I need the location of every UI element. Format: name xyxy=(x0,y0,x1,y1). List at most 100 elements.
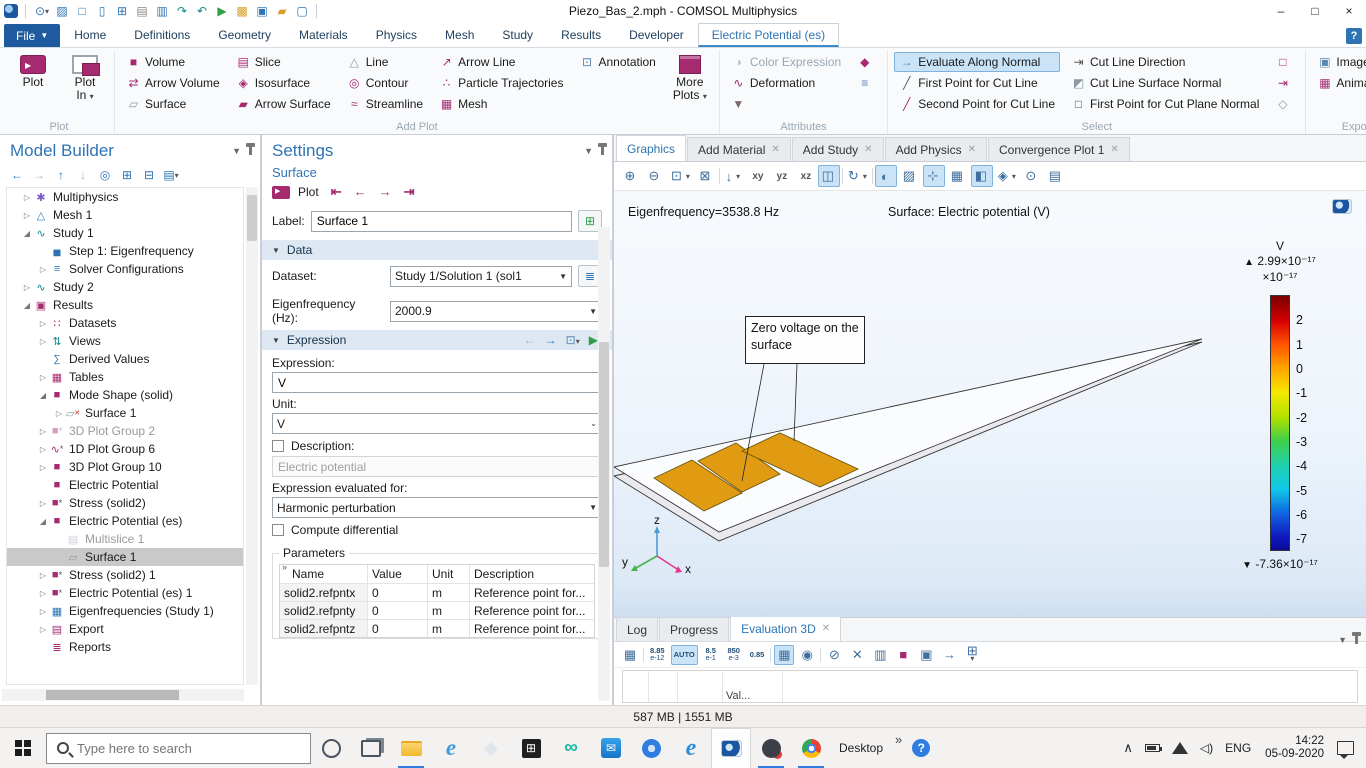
ribbon-tab[interactable]: Materials xyxy=(285,23,362,47)
spherical-coordinates-icon[interactable]: ◉ xyxy=(797,645,817,665)
graphics-tab[interactable]: Add Study✕ xyxy=(792,137,884,161)
microsoft-store-icon[interactable] xyxy=(511,728,551,768)
tree-expander-icon[interactable]: ▷ xyxy=(21,193,33,202)
run-icon[interactable]: ▶ xyxy=(213,2,231,20)
save-icon[interactable]: ▣ xyxy=(253,2,271,20)
ribbon-tab[interactable]: Physics xyxy=(362,23,431,47)
precision-850e-3-button[interactable]: 850e-3 xyxy=(724,645,744,665)
close-button[interactable]: × xyxy=(1332,0,1366,22)
tree-expander-icon[interactable]: ▷ xyxy=(37,625,49,634)
start-button[interactable] xyxy=(0,728,46,768)
cortana-icon[interactable] xyxy=(311,728,351,768)
arrow-volume-button[interactable]: Arrow Volume xyxy=(121,73,225,93)
loop-icon[interactable]: ∞ xyxy=(551,728,591,768)
tree-item[interactable]: ▷ Solver Configurations xyxy=(7,260,243,278)
delete-icon[interactable]: ▯ xyxy=(93,2,111,20)
tree-item[interactable]: ▷ Stress (solid2) 1 xyxy=(7,566,243,584)
tree-item[interactable]: ▷ Multiphysics xyxy=(7,188,243,206)
parameters-table-row[interactable]: solid2.refpntz 0 m Reference point for..… xyxy=(280,619,594,637)
volume-button[interactable]: Volume xyxy=(121,52,225,72)
slice-button[interactable]: Slice xyxy=(231,52,336,72)
annotation-attribute-button[interactable] xyxy=(852,73,881,93)
reset-view-icon[interactable]: ↻▾ xyxy=(845,165,870,187)
next-expression-icon[interactable]: → xyxy=(545,333,557,347)
tree-vertical-scrollbar[interactable] xyxy=(246,187,258,685)
restore-button[interactable]: □ xyxy=(1298,0,1332,22)
plot-table-icon[interactable]: ▦ xyxy=(620,645,640,665)
wifi-icon[interactable] xyxy=(1167,728,1193,768)
tree-expander-icon[interactable]: ▷ xyxy=(37,319,49,328)
duplicate-icon[interactable]: ⊞ xyxy=(113,2,131,20)
help-button[interactable]: ? xyxy=(1346,28,1362,44)
tree-item[interactable]: ▷ Surface 1 xyxy=(7,404,243,422)
arrow-line-button[interactable]: Arrow Line xyxy=(434,52,568,72)
isosurface-button[interactable]: Isosurface xyxy=(231,73,336,93)
clear-table-icon[interactable]: ⊘ xyxy=(824,645,844,665)
action-center-icon[interactable] xyxy=(1337,741,1354,755)
volume-icon[interactable]: ◁) xyxy=(1195,728,1218,768)
pin-icon[interactable] xyxy=(1355,636,1358,644)
cut-line-direction-button[interactable]: Cut Line Direction xyxy=(1066,52,1264,72)
select-box-button[interactable] xyxy=(1270,52,1299,72)
view-xy-icon[interactable]: xy xyxy=(746,165,768,187)
animation-button[interactable]: Animation▾ xyxy=(1312,73,1366,93)
tree-item[interactable]: Step 1: Eigenfrequency xyxy=(7,242,243,260)
close-tab-icon[interactable]: ✕ xyxy=(822,623,830,634)
show-options-icon[interactable]: ◎ xyxy=(96,167,114,183)
full-precision-table-icon[interactable]: ▦ xyxy=(774,645,794,665)
tree-expander-icon[interactable]: ▷ xyxy=(21,211,33,220)
move-down-icon[interactable]: ↓ xyxy=(74,167,92,183)
plot-button[interactable]: Plot xyxy=(10,52,56,92)
go-to-default-view-icon[interactable]: ↓▾ xyxy=(722,165,744,187)
tree-expander-icon[interactable]: ▷ xyxy=(53,409,65,418)
language-indicator[interactable]: ENG xyxy=(1220,728,1256,768)
dataset-combobox[interactable]: Study 1/Solution 1 (sol1▼ xyxy=(390,266,572,287)
file-menu-button[interactable]: File▼ xyxy=(4,24,60,47)
mesh-button[interactable]: Mesh xyxy=(434,94,568,114)
battery-icon[interactable] xyxy=(1140,728,1165,768)
tree-item[interactable]: Multislice 1 xyxy=(7,530,243,548)
ribbon-tab[interactable]: Developer xyxy=(615,23,698,47)
show-grid-icon[interactable]: ▦ xyxy=(947,165,969,187)
filter-button[interactable] xyxy=(726,94,846,114)
annotation-button[interactable]: Annotation xyxy=(574,52,660,72)
tree-item[interactable]: Electric Potential xyxy=(7,476,243,494)
color-expression-button[interactable]: Color Expression xyxy=(726,52,846,72)
evaluated-for-combobox[interactable]: Harmonic perturbation▼ xyxy=(272,497,602,518)
expression-section-header[interactable]: ▼ Expression ← → ⊡▾ ▶▾ xyxy=(262,330,612,350)
show-axes-icon[interactable]: ⊹ xyxy=(923,165,945,187)
tree-expander-icon[interactable]: ◢ xyxy=(37,517,49,526)
eigenfrequency-combobox[interactable]: 2000.9▼ xyxy=(390,301,602,322)
file-explorer-icon[interactable] xyxy=(391,728,431,768)
go-forward-icon[interactable]: → xyxy=(30,167,48,183)
particle-trajectories-button[interactable]: Particle Trajectories xyxy=(434,73,568,93)
expression-input[interactable] xyxy=(272,372,602,393)
panel-menu-icon[interactable]: ▼ xyxy=(232,146,241,156)
close-tab-icon[interactable]: ✕ xyxy=(771,144,779,155)
task-view-icon[interactable] xyxy=(351,728,391,768)
evaluate-along-normal-button[interactable]: Evaluate Along Normal xyxy=(894,52,1060,72)
parameters-table-row[interactable]: solid2.refpntx 0 m Reference point for..… xyxy=(280,583,594,601)
tree-item[interactable]: ▷ Datasets xyxy=(7,314,243,332)
close-tab-icon[interactable]: ✕ xyxy=(864,144,872,155)
plot-in-button[interactable]: PlotIn ▾ xyxy=(62,52,108,106)
toolbar-overflow-chevron[interactable]: » xyxy=(891,732,906,747)
select-plane-button[interactable] xyxy=(1270,94,1299,114)
tree-expander-icon[interactable]: ▷ xyxy=(37,337,49,346)
paste-icon[interactable]: ▤ xyxy=(133,2,151,20)
chromium-icon[interactable] xyxy=(631,728,671,768)
line-button[interactable]: Line xyxy=(342,52,428,72)
tree-item[interactable]: ▷ Export xyxy=(7,620,243,638)
insert-expression-icon[interactable]: ⊡▾ xyxy=(566,333,580,347)
internet-explorer-icon[interactable]: e xyxy=(431,728,471,768)
tree-item[interactable]: ▷ Stress (solid2) xyxy=(7,494,243,512)
tree-horizontal-scrollbar[interactable] xyxy=(2,689,244,701)
tree-item[interactable]: ▷ 3D Plot Group 2 xyxy=(7,422,243,440)
scene-light-icon[interactable]: ◐ xyxy=(875,165,897,187)
tree-expander-icon[interactable]: ▷ xyxy=(21,283,33,292)
unit-combobox[interactable]: V⌄ xyxy=(272,413,602,434)
tray-expand-icon[interactable]: ∧ xyxy=(1118,728,1138,768)
environment-icon[interactable]: ◈▾ xyxy=(995,165,1019,187)
graphics-tab[interactable]: Convergence Plot 1✕ xyxy=(988,137,1130,161)
first-point-for-cut-line-button[interactable]: First Point for Cut Line xyxy=(894,73,1060,93)
